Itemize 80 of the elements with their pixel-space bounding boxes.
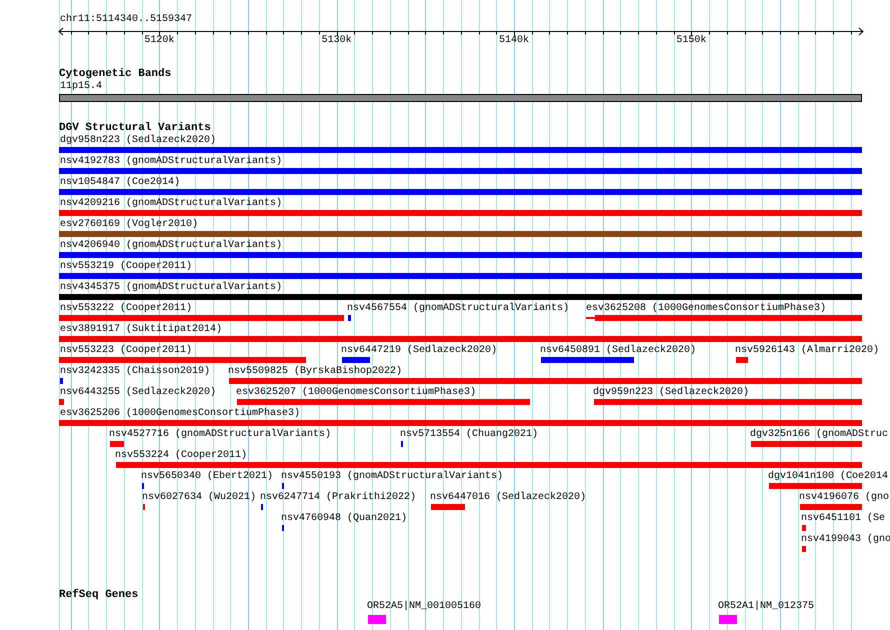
variant-label: dgv959n223 (Sedlazeck2020) — [593, 388, 750, 398]
variant-label: dgv325n166 (gnomADStruc — [750, 430, 888, 440]
variant-bar[interactable] — [59, 168, 862, 174]
variant-bar[interactable] — [59, 147, 862, 153]
variant-bar[interactable] — [59, 210, 862, 216]
variant-label: dgv1041n100 (Coe2014 — [768, 472, 888, 482]
variant-bar[interactable] — [116, 462, 862, 468]
variant-label: nsv4206940 (gnomADStructuralVariants) — [60, 241, 282, 251]
variant-label: esv2760169 (Vogler2010) — [60, 220, 198, 230]
variant-label: nsv5509825 (ByrskaBishop2022) — [228, 367, 402, 377]
variant-label: nsv6450891 (Sedlazeck2020) — [540, 346, 696, 356]
variant-bar[interactable] — [59, 294, 862, 300]
variant-label: nsv4199043 (gno — [801, 535, 890, 545]
variant-label: nsv5650340 (Ebert2021) — [141, 472, 274, 482]
variant-bar[interactable] — [348, 315, 351, 321]
ruler-tick-label: 5140k — [499, 36, 530, 46]
variant-bar[interactable] — [769, 483, 862, 489]
variant-bar[interactable] — [342, 357, 370, 363]
variant-label: nsv4209216 (gnomADStructuralVariants) — [60, 199, 282, 209]
variant-bar[interactable] — [59, 315, 344, 321]
variant-label: nsv553222 (Cooper2011) — [60, 304, 192, 314]
variant-label: esv3891917 (Suktitipat2014) — [60, 325, 222, 335]
variant-bar[interactable] — [59, 357, 306, 363]
variant-bar[interactable] — [60, 378, 63, 384]
variant-bar[interactable] — [541, 357, 634, 363]
variant-bar[interactable] — [59, 189, 862, 195]
variant-bar[interactable] — [751, 441, 862, 447]
variant-label: nsv6443255 (Sedlazeck2020) — [60, 388, 216, 398]
cytogenetic-band[interactable] — [59, 94, 862, 102]
variant-label: nsv4527716 (gnomADStructuralVariants) — [109, 430, 332, 440]
variant-bar[interactable] — [110, 441, 124, 447]
variant-label: nsv4196076 (gno — [799, 493, 890, 503]
variant-label: nsv5713554 (Chuang2021) — [400, 430, 538, 440]
variant-label: nsv6027634 (Wu2021) — [142, 493, 256, 503]
gene-bar[interactable] — [719, 615, 737, 624]
gene-label: OR52A5|NM_001005160 — [367, 602, 482, 612]
variant-label: nsv553224 (Cooper2011) — [115, 451, 248, 461]
position-label: chr11:5114340..5159347 — [60, 15, 192, 25]
variant-bar[interactable] — [802, 525, 806, 531]
ruler-tick-label: 5120k — [144, 36, 174, 46]
variant-bar[interactable] — [431, 504, 465, 510]
variant-label: nsv4760948 (Quan2021) — [281, 514, 408, 524]
variant-label: esv3625208 (1000GenomesConsortiumPhase3) — [586, 304, 826, 314]
variant-label: nsv553223 (Cooper2011) — [60, 346, 192, 356]
variant-label: nsv4567554 (gnomADStructuralVariants) — [347, 304, 570, 314]
variant-label: nsv6451101 (Se — [801, 514, 886, 524]
variant-label: nsv553219 (Cooper2011) — [60, 262, 192, 272]
variant-bar[interactable] — [59, 252, 862, 258]
variant-label: nsv4345375 (gnomADStructuralVariants) — [60, 283, 282, 293]
variant-label: esv3625207 (1000GenomesConsortiumPhase3) — [236, 388, 476, 398]
variant-bar[interactable] — [594, 399, 862, 405]
variant-label: nsv6247714 (Prakrithi2022) — [260, 493, 416, 503]
variant-label: nsv4550193 (gnomADStructuralVariants) — [281, 472, 504, 482]
band-label: 11p15.4 — [60, 82, 102, 92]
variant-label: nsv3242335 (Chaisson2019) — [60, 367, 210, 377]
variant-label: nsv6447016 (Sedlazeck2020) — [430, 493, 586, 503]
variant-bar[interactable] — [59, 420, 862, 426]
variant-bar[interactable] — [229, 378, 862, 384]
ruler-tick-label: 5150k — [676, 36, 706, 46]
variant-label: dgv958n223 (Sedlazeck2020) — [60, 136, 216, 146]
track-title: Cytogenetic Bands — [59, 69, 172, 80]
variant-bar[interactable] — [800, 504, 862, 510]
variant-label: nsv4192783 (gnomADStructuralVariants) — [60, 157, 282, 167]
gene-bar[interactable] — [368, 615, 386, 624]
variant-bar[interactable] — [237, 399, 530, 405]
variant-bar[interactable] — [736, 357, 748, 363]
ruler-tick-label: 5130k — [322, 36, 352, 46]
variant-label: nsv6447219 (Sedlazeck2020) — [341, 346, 498, 356]
variant-label: nsv1054847 (Coe2014) — [60, 178, 180, 188]
variant-bar[interactable] — [59, 231, 862, 237]
variant-bar[interactable] — [59, 273, 862, 279]
track-title: DGV Structural Variants — [59, 123, 211, 134]
track-title: RefSeq Genes — [59, 590, 138, 601]
variant-bar[interactable] — [59, 336, 862, 342]
variant-label: esv3625206 (1000GenomesConsortiumPhase3) — [60, 409, 300, 419]
variant-label: nsv5926143 (Almarri2020) — [735, 346, 880, 356]
gene-label: OR52A1|NM_012375 — [718, 602, 814, 612]
variant-bar[interactable] — [595, 315, 862, 321]
variant-bar[interactable] — [802, 546, 806, 552]
variant-bar[interactable] — [59, 399, 64, 405]
